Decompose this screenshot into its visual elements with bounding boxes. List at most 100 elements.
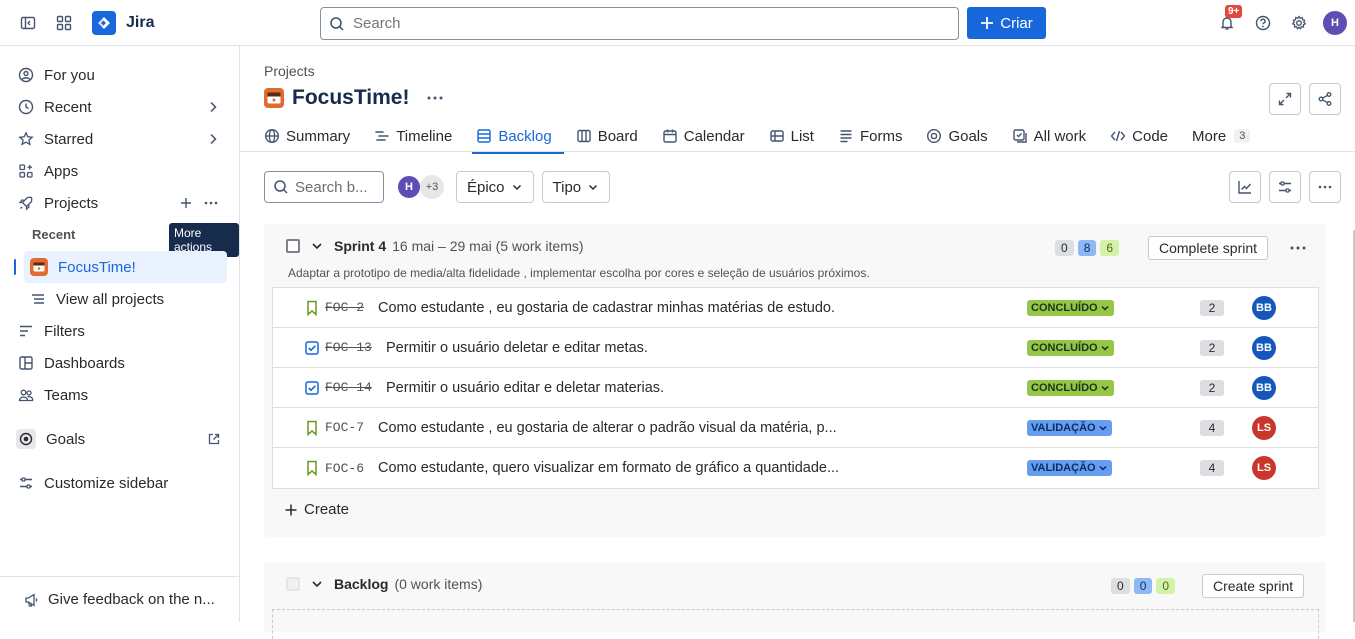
sprint-select-checkbox[interactable] bbox=[286, 239, 300, 253]
sidebar-item-starred[interactable]: Starred bbox=[12, 123, 227, 155]
status-dropdown[interactable]: CONCLUÍDO bbox=[1027, 299, 1114, 316]
jira-logo-icon[interactable] bbox=[92, 10, 116, 35]
sidebar-item-goals[interactable]: Goals bbox=[12, 423, 227, 455]
tab-board[interactable]: Board bbox=[576, 122, 650, 150]
view-settings-icon[interactable] bbox=[1269, 171, 1301, 203]
work-item-summary[interactable]: Como estudante , eu gostaria de cadastra… bbox=[378, 300, 835, 316]
story-points[interactable]: 2 bbox=[1200, 339, 1224, 356]
chevron-down-icon[interactable] bbox=[310, 577, 324, 591]
work-item-summary[interactable]: Permitir o usuário deletar e editar meta… bbox=[386, 340, 648, 356]
breadcrumb-projects[interactable]: Projects bbox=[264, 63, 315, 79]
chevron-right-icon[interactable] bbox=[205, 99, 221, 115]
work-item-summary[interactable]: Como estudante , eu gostaria de alterar … bbox=[378, 420, 837, 436]
table-row[interactable]: FOC-7 Como estudante , eu gostaria de al… bbox=[273, 408, 1318, 448]
more-assignees[interactable]: +3 bbox=[420, 175, 444, 199]
table-row[interactable]: FOC-6 Como estudante, quero visualizar e… bbox=[273, 448, 1318, 488]
add-project-plus-icon[interactable] bbox=[179, 196, 193, 210]
sidebar-item-for-you[interactable]: For you bbox=[12, 59, 227, 91]
sidebar: For you Recent Starred Apps Projects Rec… bbox=[0, 46, 240, 622]
story-points[interactable]: 2 bbox=[1200, 379, 1224, 396]
assignee-avatar[interactable]: BB bbox=[1252, 335, 1276, 360]
count-in-progress: 8 bbox=[1077, 240, 1097, 256]
table-row[interactable]: FOC-13 Permitir o usuário deletar e edit… bbox=[273, 328, 1318, 368]
story-points[interactable]: 4 bbox=[1200, 460, 1224, 476]
work-item-summary[interactable]: Como estudante, quero visualizar em form… bbox=[378, 460, 839, 476]
settings-gear-icon[interactable] bbox=[1283, 7, 1315, 39]
work-item-key[interactable]: FOC-2 bbox=[325, 300, 364, 315]
work-item-key[interactable]: FOC-13 bbox=[325, 340, 372, 355]
status-dropdown[interactable]: CONCLUÍDO bbox=[1027, 339, 1114, 356]
search-input[interactable] bbox=[353, 15, 913, 32]
notifications-button[interactable]: 9+ bbox=[1211, 5, 1243, 39]
sidebar-item-recent[interactable]: Recent bbox=[12, 91, 227, 123]
assignee-avatar[interactable]: LS bbox=[1252, 456, 1276, 480]
task-checkbox-icon bbox=[305, 340, 319, 355]
tab-code[interactable]: Code bbox=[1110, 122, 1180, 150]
table-row[interactable]: FOC-14 Permitir o usuário editar e delet… bbox=[273, 368, 1318, 408]
sprint-name[interactable]: Sprint 4 bbox=[334, 238, 386, 254]
tab-goals[interactable]: Goals bbox=[926, 122, 999, 150]
project-more-icon[interactable] bbox=[425, 90, 445, 106]
sidebar-item-projects[interactable]: Projects bbox=[12, 187, 227, 219]
sidebar-item-filters[interactable]: Filters bbox=[12, 315, 227, 347]
type-filter-dropdown[interactable]: Tipo bbox=[541, 171, 611, 203]
give-feedback-button[interactable]: Give feedback on the n... bbox=[0, 576, 239, 622]
backlog-drop-zone bbox=[272, 609, 1319, 639]
sidebar-item-focustime[interactable]: FocusTime! bbox=[14, 251, 227, 283]
backlog-more-icon[interactable] bbox=[1309, 171, 1341, 203]
create-work-item-button[interactable]: Create bbox=[284, 501, 349, 518]
work-item-key[interactable]: FOC-14 bbox=[325, 380, 372, 395]
complete-sprint-button[interactable]: Complete sprint bbox=[1148, 236, 1269, 260]
sprint-more-icon[interactable] bbox=[1288, 240, 1308, 256]
tab-summary[interactable]: Summary bbox=[264, 122, 362, 150]
epic-filter-dropdown[interactable]: Épico bbox=[456, 171, 534, 203]
backlog-search[interactable]: Search b... bbox=[264, 171, 384, 203]
calendar-icon bbox=[662, 128, 678, 144]
tab-more[interactable]: More 3 bbox=[1192, 122, 1262, 150]
more-actions-icon[interactable] bbox=[203, 195, 219, 211]
sidebar-item-dashboards[interactable]: Dashboards bbox=[12, 347, 227, 379]
story-bookmark-icon bbox=[305, 420, 319, 436]
sidebar-item-view-all-projects[interactable]: View all projects bbox=[24, 283, 227, 315]
tab-label: Calendar bbox=[683, 127, 745, 145]
status-dropdown[interactable]: VALIDAÇÃO bbox=[1027, 419, 1112, 436]
tab-backlog[interactable]: Backlog bbox=[472, 122, 565, 154]
assignee-avatar[interactable]: BB bbox=[1252, 375, 1276, 400]
backlog-name[interactable]: Backlog bbox=[334, 576, 388, 592]
insights-chart-icon[interactable] bbox=[1229, 171, 1261, 203]
chevron-right-icon[interactable] bbox=[205, 131, 221, 147]
work-item-key[interactable]: FOC-7 bbox=[325, 420, 364, 435]
work-item-summary[interactable]: Permitir o usuário editar e deletar mate… bbox=[386, 380, 664, 396]
create-sprint-button[interactable]: Create sprint bbox=[1202, 574, 1305, 598]
app-switcher-icon[interactable] bbox=[48, 7, 80, 39]
sidebar-item-customize[interactable]: Customize sidebar bbox=[12, 467, 227, 499]
tab-list[interactable]: List bbox=[769, 122, 826, 150]
fullscreen-expand-icon[interactable] bbox=[1269, 83, 1301, 115]
global-search[interactable] bbox=[320, 7, 959, 40]
tab-forms[interactable]: Forms bbox=[838, 122, 915, 150]
assignee-avatar[interactable]: H bbox=[396, 174, 422, 200]
status-dropdown[interactable]: VALIDAÇÃO bbox=[1027, 460, 1112, 476]
create-button[interactable]: Criar bbox=[967, 7, 1046, 39]
help-icon[interactable] bbox=[1247, 7, 1279, 39]
tab-calendar[interactable]: Calendar bbox=[662, 122, 757, 150]
tab-all-work[interactable]: All work bbox=[1012, 122, 1099, 150]
sidebar-item-teams[interactable]: Teams bbox=[12, 379, 227, 411]
story-points[interactable]: 2 bbox=[1200, 299, 1224, 316]
work-item-key[interactable]: FOC-6 bbox=[325, 461, 364, 476]
assignee-avatar[interactable]: LS bbox=[1252, 415, 1276, 440]
tab-label: Goals bbox=[948, 127, 988, 145]
chevron-down-icon[interactable] bbox=[310, 239, 324, 253]
assignee-avatar[interactable]: BB bbox=[1252, 295, 1276, 320]
apps-icon bbox=[18, 163, 34, 179]
sidebar-item-apps[interactable]: Apps bbox=[12, 155, 227, 187]
story-points[interactable]: 4 bbox=[1200, 419, 1224, 436]
status-dropdown[interactable]: CONCLUÍDO bbox=[1027, 379, 1114, 396]
tab-timeline[interactable]: Timeline bbox=[374, 122, 464, 150]
brand-name[interactable]: Jira bbox=[126, 14, 154, 32]
external-link-icon[interactable] bbox=[207, 432, 221, 446]
sidebar-toggle-icon[interactable] bbox=[12, 7, 44, 39]
share-icon[interactable] bbox=[1309, 83, 1341, 115]
user-avatar[interactable]: H bbox=[1323, 11, 1347, 35]
table-row[interactable]: FOC-2 Como estudante , eu gostaria de ca… bbox=[273, 288, 1318, 328]
